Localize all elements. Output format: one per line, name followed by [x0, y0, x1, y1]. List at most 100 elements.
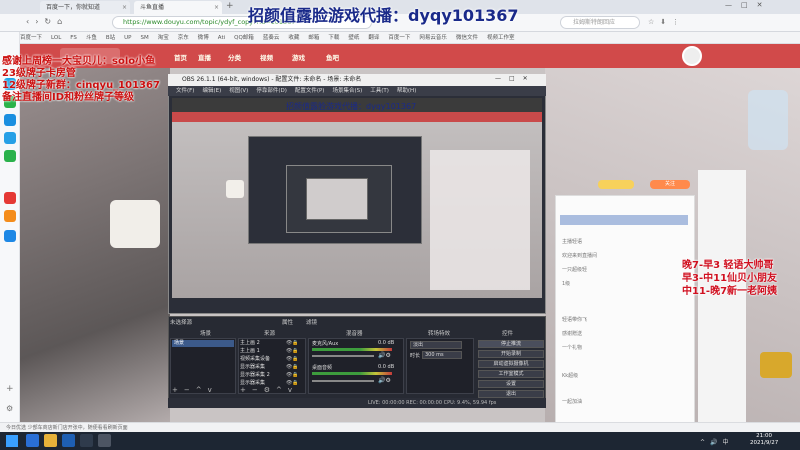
- browser-tab-active[interactable]: 斗鱼直播 ×: [134, 1, 222, 14]
- volume-slider[interactable]: [312, 380, 374, 382]
- nav-item[interactable]: 游戏: [292, 52, 305, 62]
- taskbar-app-icon[interactable]: [80, 434, 93, 447]
- sidebar-app-icon[interactable]: [4, 192, 16, 204]
- nav-item[interactable]: 视频: [260, 52, 273, 62]
- tab-label: 百度一下，你就知道: [46, 4, 101, 11]
- bookmark-item[interactable]: LOL: [51, 35, 61, 41]
- sidebar-app-icon[interactable]: [4, 210, 16, 222]
- browser-tab[interactable]: 百度一下，你就知道 ×: [40, 1, 130, 14]
- settings-button[interactable]: 设置: [478, 380, 544, 388]
- bookmark-item[interactable]: 收藏: [288, 35, 299, 41]
- bookmark-item[interactable]: 微博: [198, 35, 209, 41]
- menu-item[interactable]: 停靠部件(D): [256, 88, 287, 94]
- bookmark-item[interactable]: B站: [106, 35, 115, 41]
- bookmark-item[interactable]: 京东: [178, 35, 189, 41]
- bookmark-item[interactable]: 百度一下: [388, 35, 410, 41]
- nav-item[interactable]: 鱼吧: [326, 52, 339, 62]
- duration-label: 时长: [410, 353, 421, 359]
- menu-item[interactable]: 帮助(H): [397, 88, 416, 94]
- scene-item[interactable]: 场景: [172, 340, 234, 347]
- studio-mode-button[interactable]: 工作室模式: [478, 370, 544, 378]
- chat-message: 1级: [562, 281, 571, 287]
- nav-item[interactable]: 分类: [228, 52, 241, 62]
- menu-item[interactable]: 视图(V): [229, 88, 248, 94]
- chat-panel: [555, 195, 695, 430]
- close-icon[interactable]: ×: [214, 1, 219, 14]
- taskbar-clock[interactable]: 21:00 2021/9/27: [750, 433, 778, 447]
- chat-tabs[interactable]: [560, 215, 688, 225]
- no-source-label: 未选择源: [170, 320, 193, 326]
- close-icon[interactable]: ×: [122, 1, 127, 14]
- menu-item[interactable]: 编辑(E): [202, 88, 221, 94]
- bookmark-item[interactable]: 微信文件: [456, 35, 478, 41]
- window-controls[interactable]: —□✕: [495, 75, 536, 82]
- taskbar-app-icon[interactable]: [44, 434, 57, 447]
- follow-button[interactable]: 关注: [650, 180, 690, 189]
- source-item[interactable]: 显示器采集 2: [240, 371, 270, 378]
- source-item[interactable]: 视频采集设备: [240, 355, 270, 362]
- bookmark-item[interactable]: 斗鱼: [86, 35, 97, 41]
- bookmark-item[interactable]: 淘宝: [158, 35, 169, 41]
- scene-toolbar-icons[interactable]: +−^v: [172, 386, 218, 394]
- menu-item[interactable]: 工具(T): [370, 88, 389, 94]
- bookmark-item[interactable]: 翻译: [368, 35, 379, 41]
- stream-overlay-text: 23级牌子卡房管: [2, 68, 76, 79]
- transition-select[interactable]: 淡出: [410, 341, 462, 349]
- bookmark-item[interactable]: 邮箱: [308, 35, 319, 41]
- nav-item[interactable]: 直播: [198, 52, 211, 62]
- sidebar-app-icon[interactable]: [4, 132, 16, 144]
- volume-icon[interactable]: 🔊⚙: [378, 352, 391, 359]
- virtual-camera-button[interactable]: 启动虚拟摄像机: [478, 360, 544, 368]
- stop-streaming-button[interactable]: 停止推流: [478, 340, 544, 348]
- taskbar-app-icon[interactable]: [26, 434, 39, 447]
- source-item[interactable]: 主上画 1: [240, 347, 260, 354]
- sidebar-app-icon[interactable]: [4, 114, 16, 126]
- source-item[interactable]: 显示器采集: [240, 363, 265, 370]
- nav-item[interactable]: 首页: [174, 52, 187, 62]
- menu-item[interactable]: 场景集合(S): [332, 88, 362, 94]
- properties-button[interactable]: 属性: [282, 318, 293, 326]
- add-icon[interactable]: +: [6, 384, 14, 394]
- bookmark-item[interactable]: UP: [124, 35, 131, 41]
- taskbar-app-icon[interactable]: [98, 434, 111, 447]
- audio-level-meter: [312, 372, 392, 375]
- new-tab-icon[interactable]: +: [226, 1, 234, 11]
- bookmark-item[interactable]: FS: [70, 35, 77, 41]
- preview-chat-capture: [430, 150, 530, 290]
- window-controls[interactable]: —□✕: [725, 1, 771, 9]
- source-item[interactable]: 显示器采集: [240, 379, 265, 386]
- bookmark-item[interactable]: 蓝奏云: [263, 35, 280, 41]
- menu-item[interactable]: 文件(F): [176, 88, 194, 94]
- settings-icon[interactable]: ⚙: [6, 404, 13, 413]
- start-recording-button[interactable]: 开始录制: [478, 350, 544, 358]
- preview-overlay-text: [175, 120, 220, 128]
- duration-input[interactable]: 300 ms: [422, 351, 462, 359]
- filters-button[interactable]: 滤镜: [306, 318, 317, 326]
- bookmark-item[interactable]: 下载: [328, 35, 339, 41]
- toolbar-icons[interactable]: ☆⬇⋮: [648, 18, 685, 26]
- bookmark-item[interactable]: 网易云音乐: [419, 35, 447, 41]
- bookmark-item[interactable]: 百度一下: [20, 35, 42, 41]
- sidebar-app-icon[interactable]: [4, 150, 16, 162]
- taskbar-app-icon[interactable]: [62, 434, 75, 447]
- gift-badge[interactable]: [598, 180, 634, 189]
- bookmark-item[interactable]: 壁纸: [348, 35, 359, 41]
- source-item[interactable]: 主上画 2: [240, 339, 260, 346]
- source-toolbar-icons[interactable]: +−⚙^v: [240, 386, 298, 394]
- bookmark-item[interactable]: QQ邮箱: [234, 35, 254, 41]
- exit-button[interactable]: 退出: [478, 390, 544, 398]
- volume-slider[interactable]: [312, 355, 374, 357]
- avatar[interactable]: [682, 46, 702, 66]
- bookmark-item[interactable]: Ati: [218, 35, 225, 41]
- nav-buttons-icon[interactable]: ‹›↻⌂: [26, 17, 68, 26]
- menu-item[interactable]: 配置文件(P): [295, 88, 325, 94]
- preview-logo: [226, 180, 244, 198]
- start-icon[interactable]: [6, 435, 18, 447]
- tray-icons[interactable]: ^🔊中: [700, 437, 734, 446]
- bookmark-item[interactable]: 视频工作室: [487, 35, 515, 41]
- browser-search-input[interactable]: 拉姆斯特朗回应: [560, 16, 640, 29]
- sidebar-app-icon[interactable]: [4, 230, 16, 242]
- source-visibility-icons[interactable]: 👁🔒 👁🔒 👁🔒 👁🔒 👁🔒 👁🔒: [286, 339, 299, 387]
- volume-icon[interactable]: 🔊⚙: [378, 377, 391, 384]
- bookmark-item[interactable]: SM: [140, 35, 148, 41]
